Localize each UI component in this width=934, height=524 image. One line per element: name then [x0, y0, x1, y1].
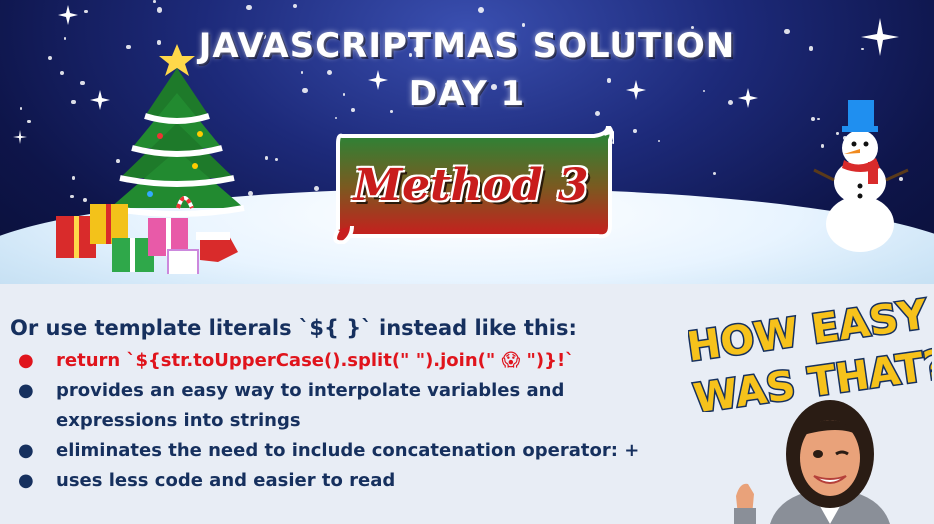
list-item-text: eliminates the need to include concatena… [56, 440, 640, 461]
how-easy-badge: HOW EASY WAS THAT? [688, 292, 932, 412]
snowman-icon [813, 100, 909, 252]
bullet-dot-icon: ● [18, 350, 34, 371]
content-heading: Or use template literals `${ }` instead … [10, 316, 577, 340]
list-item: ● return `${str.toUpperCase().split(" ").… [0, 346, 690, 376]
banner-subtitle: DAY 1 [408, 74, 526, 114]
method-label: Method 3 [353, 159, 589, 211]
list-item-continuation: expressions into strings [0, 406, 690, 436]
list-item: ● eliminates the need to include concaten… [0, 436, 690, 466]
bullet-dot-icon: ● [18, 470, 34, 491]
bullet-list: ● return `${str.toUpperCase().split(" ").… [0, 346, 690, 496]
bitmoji-character-icon [734, 400, 890, 524]
gift-boxes-icon [56, 196, 238, 274]
list-item-text: return `${str.toUpperCase().split(" ").j… [56, 350, 575, 371]
list-item: ● uses less code and easier to read [0, 466, 690, 496]
bullet-dot-icon: ● [18, 380, 34, 401]
banner: JAVASCRIPTMAS SOLUTION DAY 1 Method 3 [0, 0, 934, 284]
banner-title: JAVASCRIPTMAS SOLUTION [198, 26, 736, 66]
list-item-text: uses less code and easier to read [56, 470, 396, 491]
method-scroll: Method 3 [328, 126, 614, 244]
list-item: ● provides an easy way to interpolate var… [0, 376, 690, 406]
list-item-text: expressions into strings [56, 410, 301, 431]
bullet-dot-icon: ● [18, 440, 34, 461]
list-item-text: provides an easy way to interpolate vari… [56, 380, 565, 401]
